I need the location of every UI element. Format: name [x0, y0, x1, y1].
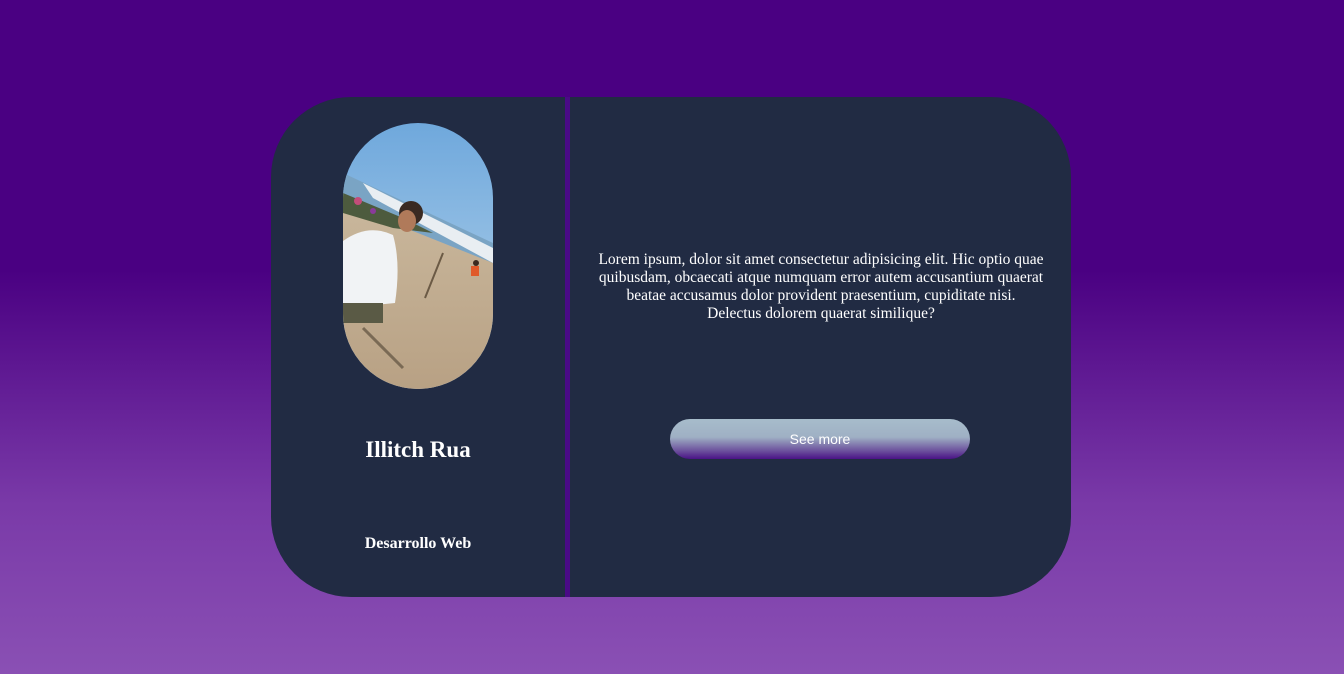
profile-name: Illitch Rua [365, 437, 471, 462]
beach-photo-image [343, 123, 493, 389]
profile-photo [343, 123, 493, 389]
profile-card: Illitch Rua Desarrollo Web Lorem ipsum, … [271, 97, 1071, 597]
see-more-button[interactable]: See more [670, 419, 970, 459]
profile-role: Desarrollo Web [364, 535, 472, 552]
profile-description: Lorem ipsum, dolor sit amet consectetur … [598, 251, 1044, 322]
content-panel: Lorem ipsum, dolor sit amet consectetur … [570, 97, 1071, 597]
profile-panel: Illitch Rua Desarrollo Web [271, 97, 565, 597]
